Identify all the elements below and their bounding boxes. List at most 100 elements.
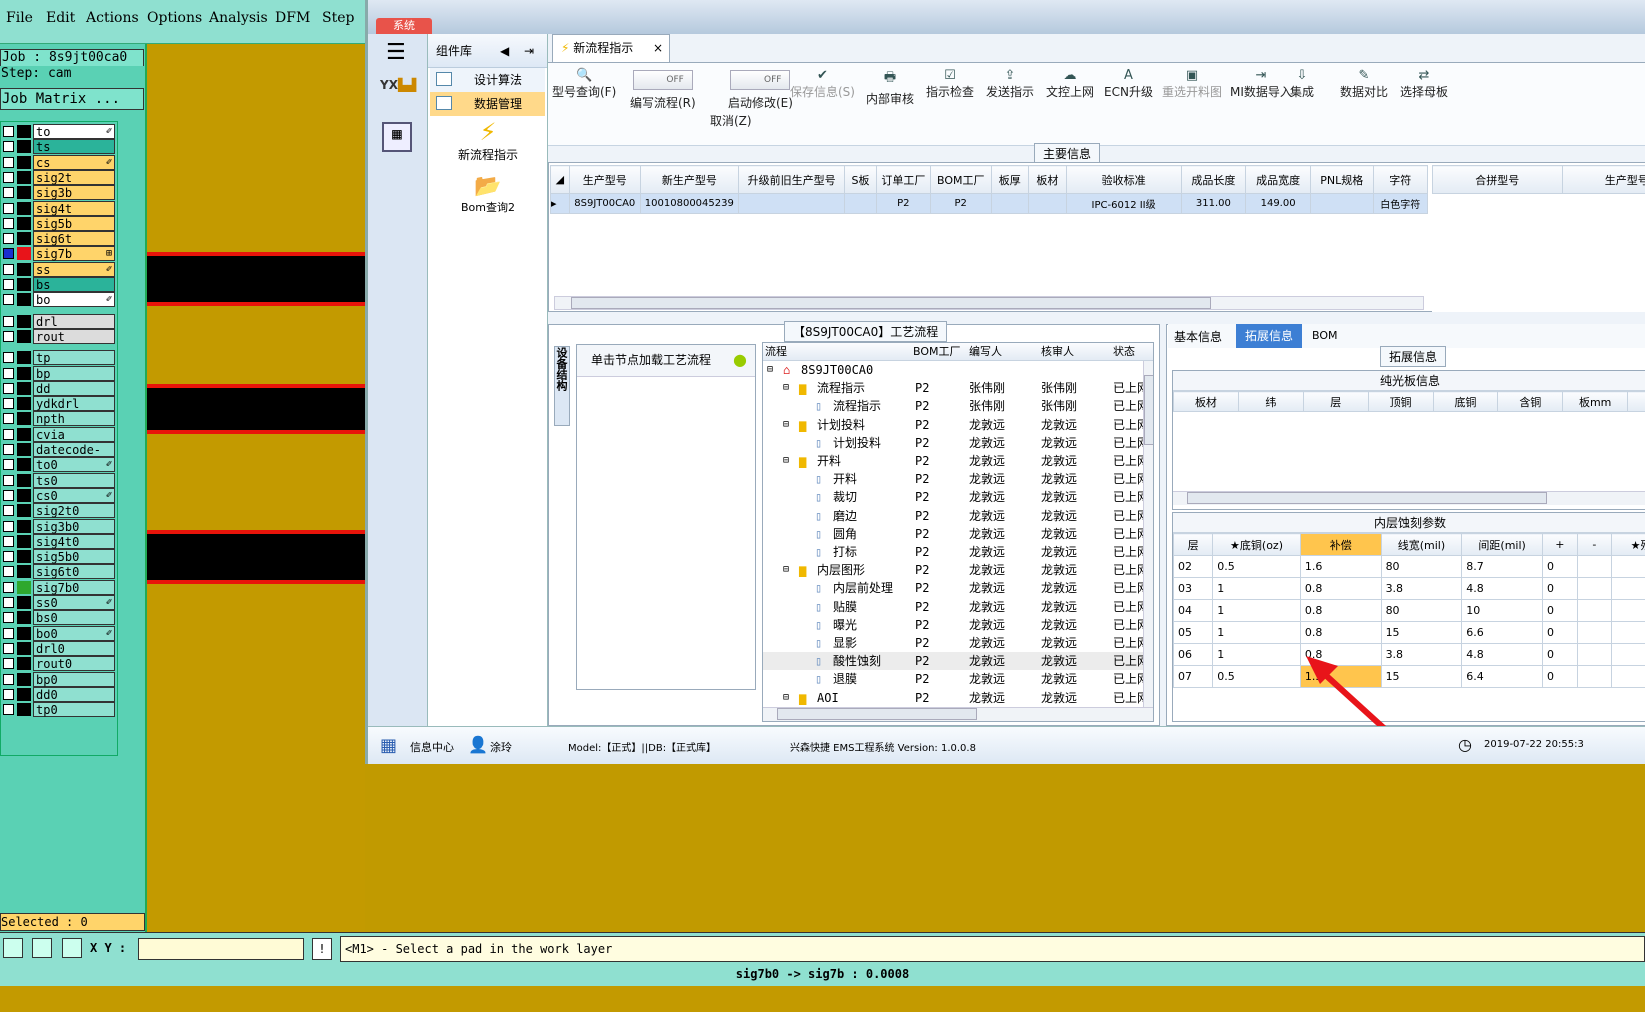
etch-cell[interactable] (1576, 599, 1613, 622)
layer-affected-toggle[interactable] (17, 397, 31, 411)
etch-cell[interactable]: 0 (1542, 643, 1578, 666)
tree-node[interactable]: ▯ 磨边 P2 龙敦远 龙敦远 已上网 (763, 507, 1149, 525)
calculator-icon[interactable]: ▦ (382, 122, 412, 152)
layer-checkbox[interactable] (3, 398, 14, 410)
snap-grid-icon[interactable] (62, 938, 82, 958)
layer-checkbox[interactable] (3, 187, 14, 199)
main-cell[interactable] (1309, 193, 1374, 214)
tree-node[interactable]: ▯ 曝光 P2 龙敦远 龙敦远 已上网 (763, 616, 1149, 634)
menu-dfm[interactable]: DFM (275, 10, 310, 26)
tree-node[interactable]: ⊟ ▆ AOI P2 龙敦远 龙敦远 已上网 (763, 689, 1149, 707)
tab-extended-info[interactable]: 拓展信息 (1236, 324, 1302, 348)
tree-node[interactable]: ⊟ ⌂ 8S9JT00CA0 (763, 361, 1143, 379)
layer-row[interactable]: bo ✐ (1, 292, 117, 308)
pin-icon[interactable]: ⇥ (524, 34, 534, 68)
layer-row[interactable]: ss ✐ (1, 261, 117, 277)
expand-icon[interactable]: ⊟ (783, 452, 789, 470)
layer-row[interactable]: sig6t0 (1, 564, 117, 580)
layer-checkbox[interactable] (3, 551, 14, 563)
toolbar-button[interactable]: ☑ 指示检查 (926, 68, 974, 100)
tree-node[interactable]: ⊟ ▆ 开料 P2 龙敦远 龙敦远 已上网 (763, 452, 1149, 470)
layer-affected-toggle[interactable] (17, 641, 31, 655)
layer-checkbox[interactable] (3, 612, 14, 624)
graphic-canvas[interactable] (147, 44, 365, 932)
etch-cell[interactable]: 1 (1212, 577, 1301, 600)
main-cell[interactable] (844, 193, 877, 214)
main-cell[interactable]: IPC-6012 II级 (1065, 193, 1182, 214)
menu-options[interactable]: Options (147, 10, 202, 26)
expand-icon[interactable]: ⊟ (783, 561, 789, 579)
layer-affected-toggle[interactable] (17, 703, 31, 717)
main-hscrollbar[interactable] (554, 296, 1424, 310)
toolbar-button[interactable]: ⇪ 发送指示 (986, 68, 1034, 100)
layer-row[interactable]: rout0 (1, 656, 117, 672)
etch-cell[interactable]: 4.8 (1461, 643, 1543, 666)
complib-item-data[interactable]: 数据管理 (430, 92, 545, 116)
tree-node[interactable]: ⊟ ▆ 计划投料 P2 龙敦远 龙敦远 已上网 (763, 416, 1149, 434)
etch-cell[interactable]: 1.6 (1299, 555, 1382, 578)
etch-cell[interactable]: 4.8 (1461, 577, 1543, 600)
layer-checkbox[interactable] (3, 627, 14, 639)
layer-row[interactable]: cs0 ✐ (1, 487, 117, 503)
tree-node[interactable]: ▯ 退膜 P2 龙敦远 龙敦远 已上网 (763, 670, 1149, 688)
layer-affected-toggle[interactable] (17, 427, 31, 441)
menu-step[interactable]: Step (322, 10, 354, 26)
etch-cell[interactable]: 1 (1212, 643, 1301, 666)
layer-affected-toggle[interactable] (17, 519, 31, 533)
off-toggle[interactable]: OFF (730, 70, 791, 90)
etch-cell[interactable]: 10 (1461, 599, 1543, 622)
etch-cell[interactable]: 6.6 (1461, 621, 1543, 644)
etch-cell[interactable]: 0.8 (1299, 577, 1382, 600)
layer-affected-toggle[interactable] (17, 201, 31, 215)
layer-checkbox[interactable] (3, 459, 14, 471)
tree-hscrollbar[interactable] (763, 707, 1153, 721)
toolbar-button[interactable]: ✔ 保存信息(S) (790, 68, 855, 100)
layer-checkbox[interactable] (3, 126, 14, 137)
layer-checkbox[interactable] (3, 597, 14, 608)
etch-cell[interactable] (1576, 555, 1613, 578)
layer-row[interactable]: sig2t0 (1, 503, 117, 519)
system-tab[interactable]: 系统 (376, 18, 432, 34)
etch-cell[interactable]: 07 (1173, 665, 1214, 688)
layer-checkbox[interactable] (3, 581, 14, 593)
etch-cell[interactable]: 0.8 (1299, 621, 1382, 644)
layer-checkbox[interactable] (3, 367, 14, 379)
etch-cell[interactable]: 04 (1173, 599, 1214, 622)
layer-checkbox[interactable] (3, 352, 14, 364)
layer-checkbox[interactable] (3, 566, 14, 578)
menu-actions[interactable]: Actions (86, 10, 139, 26)
layer-checkbox[interactable] (3, 233, 14, 245)
layer-checkbox[interactable] (3, 248, 14, 260)
toolbar-button[interactable]: 取消(Z) (710, 112, 752, 129)
layer-affected-toggle[interactable] (17, 580, 31, 594)
layer-affected-toggle[interactable] (17, 293, 31, 307)
tab-basic-info[interactable]: 基本信息 (1174, 328, 1222, 345)
layer-affected-toggle[interactable] (17, 473, 31, 487)
main-cell[interactable] (1028, 193, 1067, 214)
bom-query-tile[interactable]: 📂 Bom查询2 (428, 174, 548, 215)
layer-checkbox[interactable] (3, 474, 14, 486)
layer-affected-toggle[interactable] (17, 155, 31, 169)
layer-checkbox[interactable] (3, 688, 14, 700)
layer-affected-toggle[interactable] (17, 247, 31, 261)
layer-checkbox[interactable] (3, 294, 14, 306)
etch-cell[interactable]: 1 (1212, 599, 1301, 622)
tree-node[interactable]: ⊟ ▆ 流程指示 P2 张伟刚 张伟刚 已上网 (763, 379, 1149, 397)
layer-row[interactable]: sig4t0 (1, 533, 117, 549)
layer-affected-toggle[interactable] (17, 186, 31, 200)
etch-cell[interactable]: 0 (1542, 577, 1578, 600)
info-icon[interactable]: ! (312, 938, 332, 960)
layer-checkbox[interactable] (3, 642, 14, 654)
layer-affected-toggle[interactable] (17, 672, 31, 686)
main-cell[interactable]: 311.00 (1180, 193, 1247, 214)
main-cell[interactable]: P2 (875, 193, 931, 214)
layer-row[interactable]: sig5b0 (1, 549, 117, 565)
layer-affected-toggle[interactable] (17, 216, 31, 230)
layer-checkbox[interactable] (3, 535, 14, 547)
layer-row[interactable]: to0 ✐ (1, 457, 117, 473)
tree-node[interactable]: ▯ 流程指示 P2 张伟刚 张伟刚 已上网 (763, 397, 1149, 415)
layer-affected-toggle[interactable] (17, 626, 31, 640)
etch-cell[interactable]: 3.8 (1380, 577, 1463, 600)
main-cell[interactable]: 白色字符 (1372, 193, 1429, 214)
collapse-left-icon[interactable]: ◀ (500, 34, 509, 68)
